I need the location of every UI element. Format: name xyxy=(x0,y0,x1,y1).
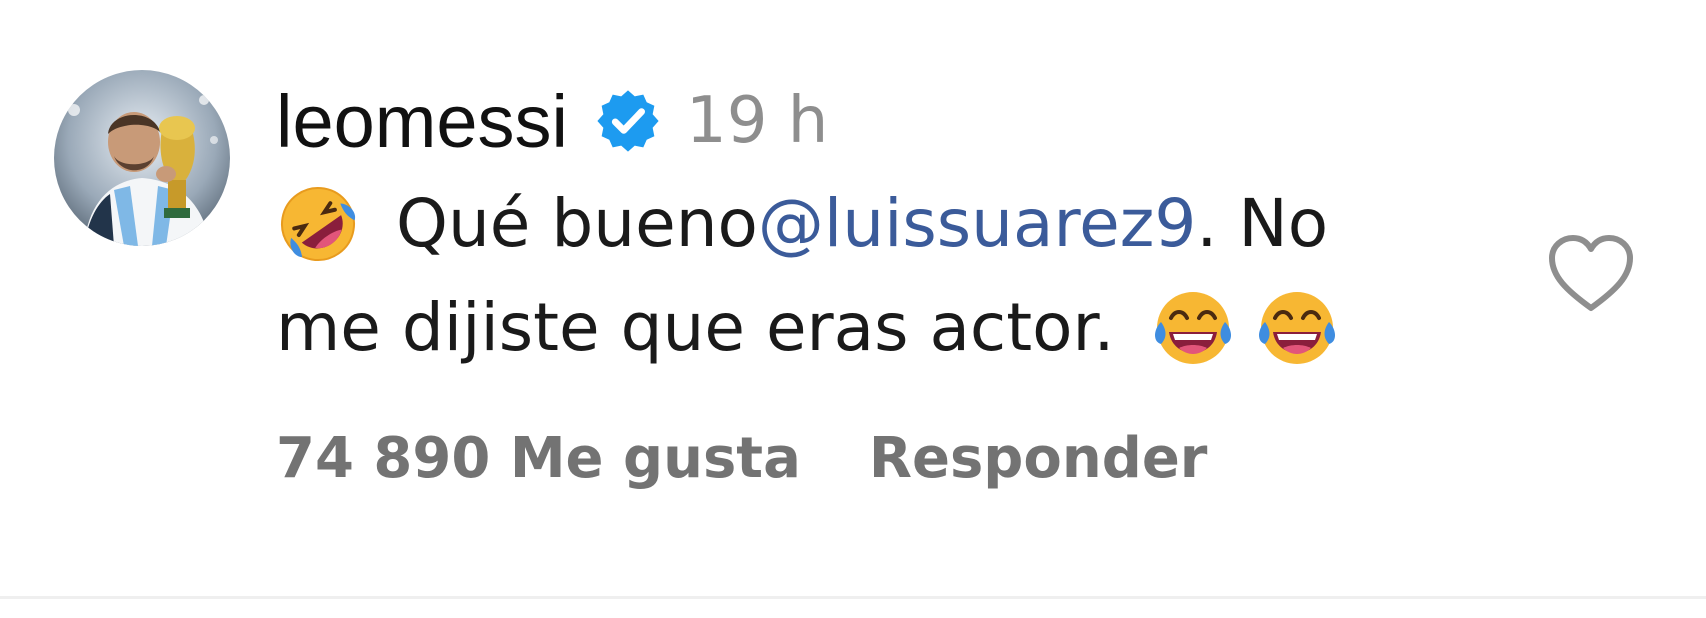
face-with-tears-of-joy-emoji xyxy=(1151,286,1235,370)
heart-outline-icon[interactable] xyxy=(1546,232,1636,316)
comment-footer: 74 890 Me gusta Responder xyxy=(276,426,1207,491)
comment-text-line-2: me dijiste que eras actor. xyxy=(276,289,1115,366)
reply-button[interactable]: Responder xyxy=(869,426,1208,491)
comment-line-2: me dijiste que eras actor. xyxy=(276,276,1416,380)
divider xyxy=(0,596,1706,599)
comment-text-prefix: Qué bueno xyxy=(396,185,758,262)
username[interactable]: leomessi xyxy=(276,79,568,164)
comment-text: Qué bueno @luissuarez9 . No me dijiste q… xyxy=(276,172,1416,380)
rolling-on-floor-laughing-emoji xyxy=(276,182,360,266)
timestamp[interactable]: 19 h xyxy=(686,84,828,158)
comment: leomessi 19 h Qué bueno @luissuarez9 . N… xyxy=(0,0,1706,599)
comment-header: leomessi 19 h xyxy=(276,76,828,166)
avatar-image xyxy=(54,70,230,246)
likes-count[interactable]: 74 890 Me gusta xyxy=(276,426,801,491)
avatar[interactable] xyxy=(54,70,230,246)
verified-badge-icon xyxy=(594,87,662,155)
face-with-tears-of-joy-emoji xyxy=(1255,286,1339,370)
comment-text-suffix: . No xyxy=(1196,185,1329,262)
mention-link[interactable]: @luissuarez9 xyxy=(758,172,1196,276)
comment-line-1: Qué bueno @luissuarez9 . No xyxy=(276,172,1416,276)
